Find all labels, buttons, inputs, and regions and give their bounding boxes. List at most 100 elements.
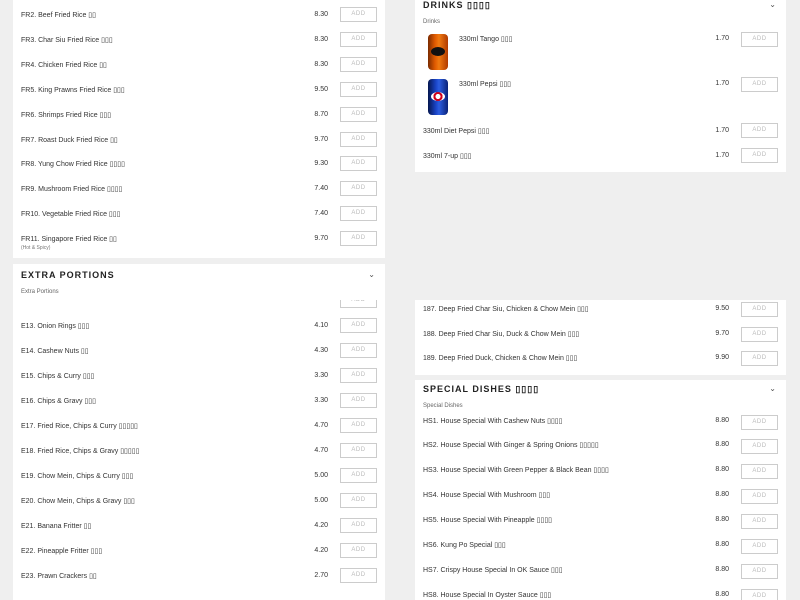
menu-item-row: HS7. Crispy House Special In OK Sauce ▯▯… (423, 561, 778, 583)
add-button[interactable]: ADD (340, 418, 377, 433)
item-name: 330ml Diet Pepsi ▯▯▯ (423, 128, 490, 135)
item-name: E19. Chow Mein, Chips & Curry ▯▯▯ (21, 473, 134, 480)
add-button[interactable]: ADD (340, 568, 377, 583)
item-name: E13. Onion Rings ▯▯▯ (21, 323, 90, 330)
add-button[interactable]: ADD (340, 7, 377, 22)
menu-item-row: 187. Deep Fried Char Siu, Chicken & Chow… (423, 300, 778, 322)
item-name: 188. Deep Fried Char Siu, Duck & Chow Me… (423, 331, 580, 338)
section-header[interactable]: DRINKS ▯▯▯▯ Drinks ⌄ (423, 0, 776, 25)
add-button[interactable]: ADD (741, 32, 778, 47)
menu-item-row: FR11. Singapore Fried Rice ▯▯ (Hot & Spic… (21, 230, 377, 252)
add-button[interactable]: ADD (340, 181, 377, 196)
menu-item-row: HS8. House Special In Oyster Sauce ▯▯▯ 8.… (423, 586, 778, 600)
menu-item-row: E14. Cashew Nuts ▯▯ 4.30 ADD (21, 342, 377, 364)
menu-item-row: E18. Fried Rice, Chips & Gravy ▯▯▯▯▯ 4.70… (21, 442, 377, 464)
item-name: FR5. King Prawns Fried Rice ▯▯▯ (21, 87, 125, 94)
add-button[interactable]: ADD (741, 148, 778, 163)
menu-item-row: E23. Prawn Crackers ▯▯ 2.70 ADD (21, 567, 377, 589)
add-button[interactable]: ADD (340, 300, 377, 308)
section-subtitle: Special Dishes (423, 403, 463, 409)
item-price: 2.70 (314, 572, 328, 579)
add-button[interactable]: ADD (340, 318, 377, 333)
add-button[interactable]: ADD (741, 489, 778, 504)
section-header[interactable]: EXTRA PORTIONS Extra Portions ⌄ (21, 266, 375, 295)
add-button[interactable]: ADD (340, 518, 377, 533)
add-button[interactable]: ADD (340, 57, 377, 72)
menu-item-row: 189. Deep Fried Duck, Chicken & Chow Mei… (423, 349, 778, 371)
special-dishes-card: SPECIAL DISHES ▯▯▯▯ Special Dishes ⌄ HS1… (415, 380, 786, 600)
item-price: 3.30 (314, 397, 328, 404)
chevron-down-icon[interactable]: ⌄ (769, 384, 776, 393)
item-name: HS1. House Special With Cashew Nuts ▯▯▯▯ (423, 418, 563, 425)
menu-item-row: E22. Pineapple Fritter ▯▯▯ 4.20 ADD (21, 542, 377, 564)
menu-item-row: E20. Chow Mein, Chips & Gravy ▯▯▯ 5.00 ADD (21, 492, 377, 514)
add-button[interactable]: ADD (340, 206, 377, 221)
menu-item-row: FR2. Beef Fried Rice ▯▯ 8.30 ADD (21, 6, 377, 28)
add-button[interactable]: ADD (741, 439, 778, 454)
add-button[interactable]: ADD (741, 539, 778, 554)
item-name: HS7. Crispy House Special In OK Sauce ▯▯… (423, 567, 563, 574)
add-button[interactable]: ADD (340, 543, 377, 558)
item-name: FR9. Mushroom Fried Rice ▯▯▯▯ (21, 186, 123, 193)
menu-item-row: FR4. Chicken Fried Rice ▯▯ 8.30 ADD (21, 56, 377, 78)
menu-item-row: E21. Banana Fritter ▯▯ 4.20 ADD (21, 517, 377, 539)
item-price: 8.80 (715, 566, 729, 573)
fried-rice-card: FR2. Beef Fried Rice ▯▯ 8.30 ADD FR3. Char… (13, 0, 385, 258)
add-button[interactable]: ADD (741, 564, 778, 579)
fried-rice-panel: FR2. Beef Fried Rice ▯▯ 8.30 ADD FR3. Char… (0, 0, 400, 300)
item-price: 8.30 (314, 11, 328, 18)
add-button[interactable]: ADD (741, 589, 778, 600)
item-price: 4.70 (314, 447, 328, 454)
add-button[interactable]: ADD (741, 327, 778, 342)
item-price: 9.90 (715, 354, 729, 361)
add-button[interactable]: ADD (340, 231, 377, 246)
add-button[interactable]: ADD (340, 468, 377, 483)
chow-mein-card: 187. Deep Fried Char Siu, Chicken & Chow… (415, 300, 786, 375)
section-subtitle: Extra Portions (21, 289, 59, 295)
section-header[interactable]: SPECIAL DISHES ▯▯▯▯ Special Dishes ⌄ (423, 380, 776, 409)
add-button[interactable]: ADD (741, 302, 778, 317)
add-button[interactable]: ADD (340, 32, 377, 47)
menu-item-row: E17. Fried Rice, Chips & Curry ▯▯▯▯▯ 4.70… (21, 417, 377, 439)
item-price: 8.80 (715, 466, 729, 473)
add-button[interactable]: ADD (741, 514, 778, 529)
item-name: E21. Banana Fritter ▯▯ (21, 523, 92, 530)
add-button[interactable]: ADD (741, 351, 778, 366)
add-button[interactable]: ADD (340, 132, 377, 147)
add-button[interactable]: ADD (340, 107, 377, 122)
item-name: E20. Chow Mein, Chips & Gravy ▯▯▯ (21, 498, 135, 505)
section-title: SPECIAL DISHES ▯▯▯▯ (423, 384, 540, 394)
section-title: DRINKS ▯▯▯▯ (423, 0, 491, 10)
menu-item-row: E16. Chips & Gravy ▯▯▯ 3.30 ADD (21, 392, 377, 414)
add-button[interactable]: ADD (340, 443, 377, 458)
item-name: HS5. House Special With Pineapple ▯▯▯▯ (423, 517, 553, 524)
add-button[interactable]: ADD (340, 82, 377, 97)
item-name: FR4. Chicken Fried Rice ▯▯ (21, 62, 107, 69)
add-button[interactable]: ADD (340, 156, 377, 171)
menu-item-row: 188. Deep Fried Char Siu, Duck & Chow Me… (423, 325, 778, 347)
item-name: 330ml Tango ▯▯▯ (459, 36, 513, 43)
add-button[interactable]: ADD (340, 368, 377, 383)
add-button[interactable]: ADD (741, 123, 778, 138)
item-name: FR7. Roast Duck Fried Rice ▯▯ (21, 137, 118, 144)
add-button[interactable]: ADD (741, 77, 778, 92)
drink-row: 330ml Tango ▯▯▯ 1.70 ADD (423, 32, 778, 76)
chevron-down-icon[interactable]: ⌄ (769, 0, 776, 9)
chevron-down-icon[interactable]: ⌄ (368, 270, 375, 279)
item-name: 330ml 7-up ▯▯▯ (423, 153, 472, 160)
menu-item-row: ADD (21, 300, 377, 314)
add-button[interactable]: ADD (741, 464, 778, 479)
extra-portions-panel: ADD E13. Onion Rings ▯▯▯ 4.10 ADD E14. Cas… (0, 300, 400, 600)
item-name: HS2. House Special With Ginger & Spring … (423, 442, 599, 449)
item-name: FR11. Singapore Fried Rice ▯▯ (21, 236, 117, 243)
item-name: 187. Deep Fried Char Siu, Chicken & Chow… (423, 306, 589, 313)
add-button[interactable]: ADD (741, 415, 778, 430)
add-button[interactable]: ADD (340, 493, 377, 508)
item-price: 4.20 (314, 547, 328, 554)
extra-portions-header-card: EXTRA PORTIONS Extra Portions ⌄ (13, 264, 385, 300)
item-price: 7.40 (314, 185, 328, 192)
add-button[interactable]: ADD (340, 393, 377, 408)
item-name: E18. Fried Rice, Chips & Gravy ▯▯▯▯▯ (21, 448, 140, 455)
item-price: 5.00 (314, 472, 328, 479)
add-button[interactable]: ADD (340, 343, 377, 358)
